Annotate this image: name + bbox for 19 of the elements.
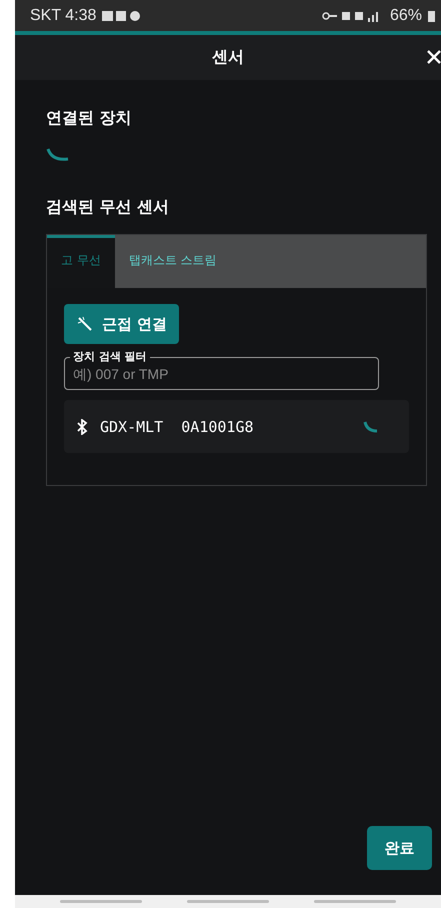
filter-input[interactable]: 예) 007 or TMP [73,366,363,382]
tab[interactable]: 고 무선 [47,235,115,288]
bluetooth-icon [76,418,88,434]
section-heading: 검색된 무선 센서 [46,197,170,218]
close-icon[interactable] [427,50,441,64]
battery-level: 66% [390,6,422,24]
device-row[interactable]: GDX-MLT 0A1001G8 [64,400,409,453]
battery-icon [428,10,435,22]
notification-icons [102,10,142,22]
screen-title: 센서 [212,47,244,68]
filter-field[interactable]: 장치 검색 필터 예) 007 or TMP [64,350,379,390]
wand-icon [76,315,94,333]
status-time: SKT 4:38 [30,6,96,24]
device-name: GDX-MLT 0A1001G8 [100,418,254,436]
field-label: 장치 검색 필터 [72,350,148,364]
section-heading: 연결된 장치 [46,108,133,129]
proximity-connect-button[interactable]: 근접 연결 [64,304,180,344]
done-button[interactable]: 완료 [367,826,432,870]
tab[interactable]: 탭캐스트 스트림 [114,235,231,288]
